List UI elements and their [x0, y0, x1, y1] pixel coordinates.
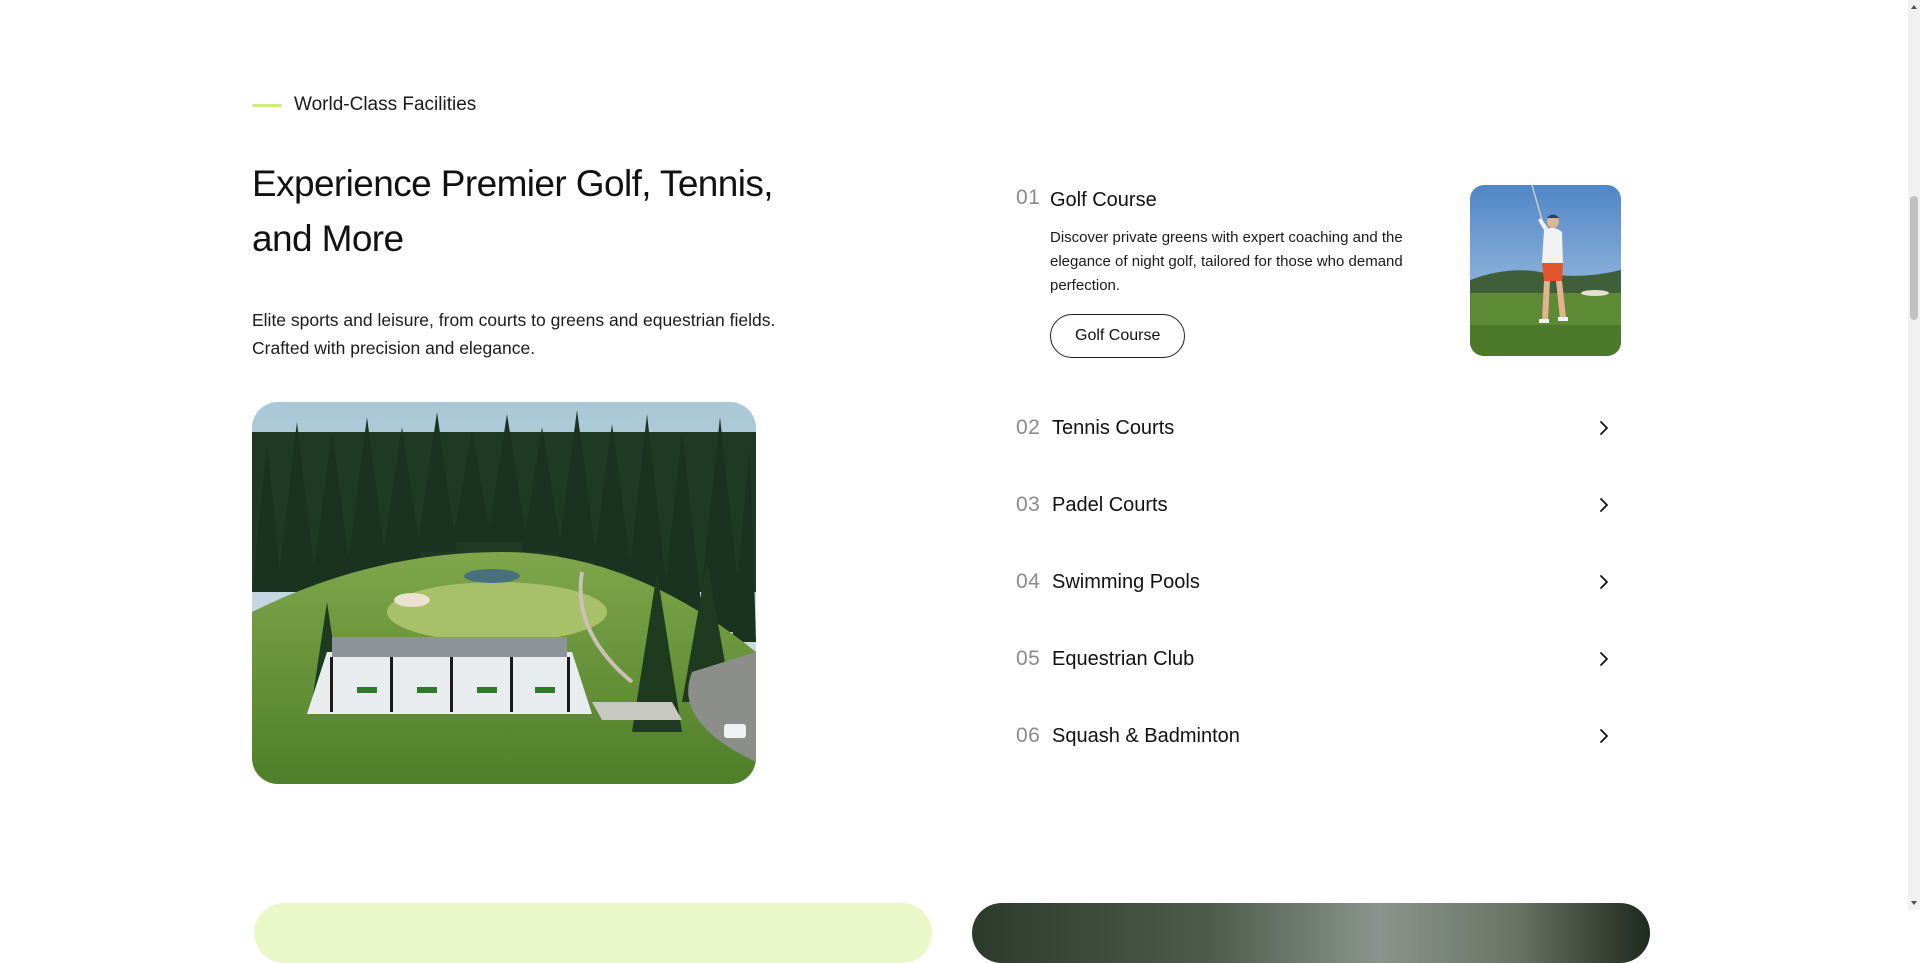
eyebrow-text: World-Class Facilities — [294, 94, 477, 115]
facility-number: 05 — [1016, 647, 1041, 670]
scroll-down-arrow-icon[interactable] — [1908, 896, 1920, 910]
facility-title: Golf Course — [1050, 189, 1157, 211]
chevron-right-icon[interactable] — [1594, 726, 1614, 746]
chevron-right-icon[interactable] — [1594, 418, 1614, 438]
facility-title: Swimming Pools — [1052, 570, 1200, 593]
facility-item-tennis-courts[interactable]: 02 Tennis Courts — [1016, 408, 1622, 448]
chevron-right-icon[interactable] — [1594, 495, 1614, 515]
facility-number: 04 — [1016, 570, 1041, 593]
section-title: Experience Premier Golf, Tennis, and Mor… — [252, 163, 774, 259]
golf-course-button[interactable]: Golf Course — [1050, 314, 1186, 358]
facility-title: Squash & Badminton — [1052, 724, 1240, 747]
facility-number: 02 — [1016, 416, 1041, 439]
golfer-thumbnail-image — [1470, 185, 1621, 356]
facilities-section: World-Class Facilities Experience Premie… — [0, 0, 1908, 963]
golf-course-aerial-image — [252, 402, 756, 784]
scroll-up-arrow-icon[interactable] — [1908, 0, 1920, 14]
section-eyebrow: World-Class Facilities — [252, 94, 476, 116]
facility-item-swimming-pools[interactable]: 04 Swimming Pools — [1016, 562, 1622, 602]
facility-item-squash-badminton[interactable]: 06 Squash & Badminton — [1016, 716, 1622, 756]
section-intro: Elite sports and leisure, from courts to… — [252, 310, 776, 358]
facility-title: Equestrian Club — [1052, 647, 1195, 670]
next-section-card-left — [254, 903, 932, 963]
facility-description: Discover private greens with expert coac… — [1050, 229, 1403, 294]
facility-item-padel-courts[interactable]: 03 Padel Courts — [1016, 485, 1622, 525]
scrollbar-thumb[interactable] — [1910, 196, 1918, 320]
page-scrollbar[interactable] — [1908, 0, 1920, 910]
chevron-right-icon[interactable] — [1594, 649, 1614, 669]
facility-title: Tennis Courts — [1052, 416, 1175, 439]
next-section-card-right — [972, 903, 1650, 963]
facility-item-equestrian-club[interactable]: 05 Equestrian Club — [1016, 639, 1622, 679]
facility-number: 03 — [1016, 493, 1041, 516]
facility-number: 06 — [1016, 724, 1041, 747]
chevron-right-icon[interactable] — [1594, 572, 1614, 592]
facility-item-golf-course[interactable]: 01 Golf Course Discover private greens w… — [1016, 185, 1622, 360]
facility-number: 01 — [1016, 186, 1041, 209]
eyebrow-accent-line — [252, 103, 282, 107]
facility-title: Padel Courts — [1052, 493, 1168, 516]
